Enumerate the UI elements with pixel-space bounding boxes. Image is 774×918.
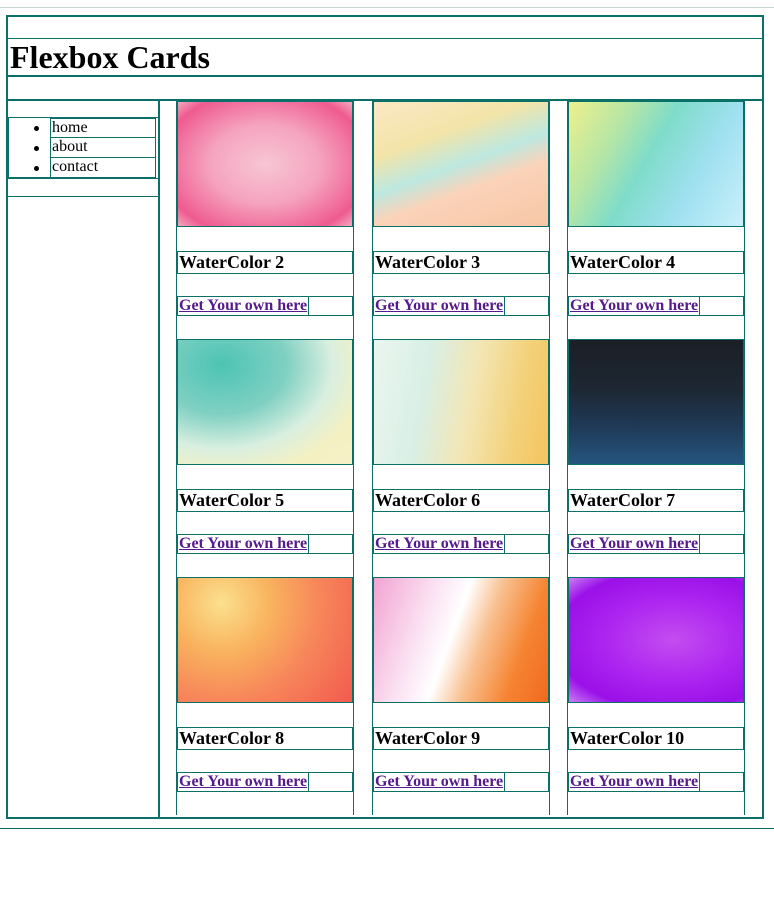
card-title: WaterColor 3 [373,251,549,274]
get-your-own-link[interactable]: Get Your own here [178,296,310,316]
get-your-own-link[interactable]: Get Your own here [374,534,506,554]
nav-item-about: about [9,138,156,158]
bullet-icon [34,166,39,171]
card-title: WaterColor 9 [373,727,549,750]
nav-container: home about contact [8,101,158,197]
nav-item-contact: contact [9,158,156,178]
nav-item-home: home [9,118,156,138]
title-box: Flexbox Cards [8,38,762,76]
card-image [373,577,549,703]
nav-bottom-divider [8,178,158,179]
card: WaterColor 10 Get Your own here [567,577,745,815]
window-top-divider [0,7,774,8]
nav-link-about[interactable]: about [50,138,156,158]
card: WaterColor 3 Get Your own here [372,101,550,339]
nav-link-contact[interactable]: contact [50,158,156,178]
get-your-own-link[interactable]: Get Your own here [569,296,701,316]
card-grid: WaterColor 2 Get Your own here WaterColo… [160,101,762,817]
card: WaterColor 5 Get Your own here [176,339,354,577]
card-image [177,339,353,465]
nav-link-home[interactable]: home [50,118,156,138]
page-bottom-divider [0,828,774,829]
card: WaterColor 7 Get Your own here [567,339,745,577]
card-link-row: Get Your own here [373,534,549,554]
card: WaterColor 2 Get Your own here [176,101,354,339]
page-container: Flexbox Cards home about contact WaterCo… [6,15,764,819]
card-link-row: Get Your own here [177,534,353,554]
get-your-own-link[interactable]: Get Your own here [569,772,701,792]
card-link-row: Get Your own here [373,772,549,792]
card: WaterColor 6 Get Your own here [372,339,550,577]
card-link-row: Get Your own here [568,296,744,316]
card-title: WaterColor 8 [177,727,353,750]
card-title: WaterColor 4 [568,251,744,274]
card: WaterColor 8 Get Your own here [176,577,354,815]
content-row: home about contact WaterColor 2 Get Your… [8,101,762,817]
get-your-own-link[interactable]: Get Your own here [374,772,506,792]
card-image [568,339,744,465]
card: WaterColor 4 Get Your own here [567,101,745,339]
sidebar: home about contact [8,101,160,817]
card-link-row: Get Your own here [568,772,744,792]
page-title: Flexbox Cards [10,39,210,75]
get-your-own-link[interactable]: Get Your own here [178,534,310,554]
get-your-own-link[interactable]: Get Your own here [374,296,506,316]
card-link-row: Get Your own here [373,296,549,316]
card-title: WaterColor 10 [568,727,744,750]
card-title: WaterColor 6 [373,489,549,512]
card-image [177,101,353,227]
card-link-row: Get Your own here [177,772,353,792]
card-image [568,577,744,703]
get-your-own-link[interactable]: Get Your own here [178,772,310,792]
card-image [373,339,549,465]
nav-list: home about contact [8,118,156,178]
card-title: WaterColor 7 [568,489,744,512]
card-image [177,577,353,703]
card-image [568,101,744,227]
page-header: Flexbox Cards [8,17,762,101]
card-title: WaterColor 2 [177,251,353,274]
card-link-row: Get Your own here [177,296,353,316]
card: WaterColor 9 Get Your own here [372,577,550,815]
get-your-own-link[interactable]: Get Your own here [569,534,701,554]
card-image [373,101,549,227]
card-title: WaterColor 5 [177,489,353,512]
bullet-icon [34,146,39,151]
header-divider [8,76,762,77]
card-link-row: Get Your own here [568,534,744,554]
bullet-icon [34,126,39,131]
